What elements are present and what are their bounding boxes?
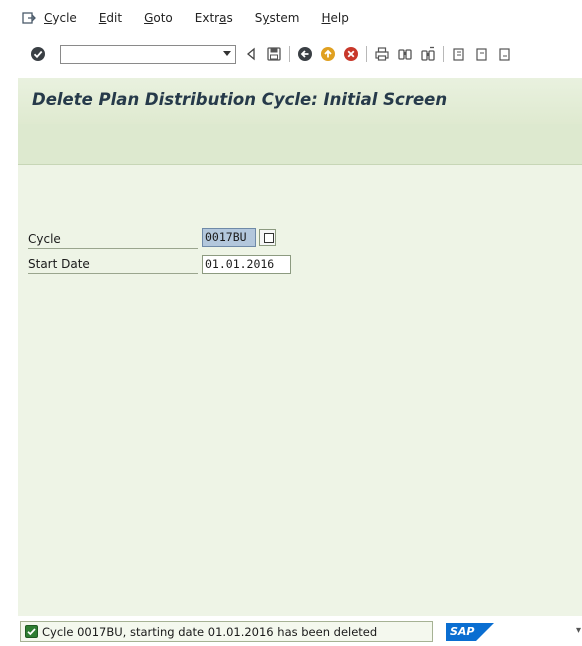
menu-goto[interactable]: Goto <box>144 11 173 25</box>
title-bar: Delete Plan Distribution Cycle: Initial … <box>18 78 582 124</box>
menu-goto-rest: oto <box>153 11 173 25</box>
value-help-icon <box>264 233 274 243</box>
print-icon[interactable] <box>374 46 390 62</box>
prev-page-icon[interactable] <box>474 46 490 62</box>
start-date-input[interactable]: 01.01.2016 <box>202 255 291 274</box>
toolbar-separator <box>443 46 444 62</box>
screen-title: Delete Plan Distribution Cycle: Initial … <box>32 90 448 109</box>
menu-help[interactable]: Help <box>321 11 348 25</box>
menu-cycle-rest: ycle <box>52 11 77 25</box>
menu-bar: Cycle Edit Goto Extras System Help <box>0 0 582 36</box>
start-date-label: Start Date <box>28 256 198 274</box>
first-page-icon[interactable] <box>451 46 467 62</box>
success-check-icon <box>25 625 38 638</box>
application-toolbar <box>18 124 582 165</box>
save-icon[interactable] <box>266 46 282 62</box>
menu-system[interactable]: System <box>255 11 300 25</box>
status-bar-indicator-icon[interactable]: ▾ <box>576 625 581 636</box>
sap-logo-text: SAP <box>450 625 475 638</box>
cancel-icon[interactable] <box>343 46 359 62</box>
find-next-icon[interactable] <box>420 46 436 62</box>
enter-icon[interactable] <box>30 46 46 62</box>
toolbar-separator <box>289 46 290 62</box>
toolbar-separator <box>366 46 367 62</box>
cycle-input[interactable]: 0017BU <box>202 228 256 247</box>
back-icon[interactable] <box>297 46 313 62</box>
status-bar: Cycle 0017BU, starting date 01.01.2016 h… <box>18 616 582 646</box>
status-text: Cycle 0017BU, starting date 01.01.2016 h… <box>42 624 378 639</box>
menu-exit-icon[interactable] <box>22 11 36 25</box>
menu-extras[interactable]: Extras <box>195 11 233 25</box>
chevron-down-icon[interactable] <box>223 50 231 56</box>
command-field[interactable] <box>60 44 236 64</box>
find-icon[interactable] <box>397 46 413 62</box>
exit-icon[interactable] <box>320 46 336 62</box>
search-help-button[interactable] <box>259 229 276 246</box>
menu-cycle[interactable]: Cycle <box>44 11 77 25</box>
standard-toolbar <box>0 36 582 72</box>
cycle-label: Cycle <box>28 231 198 249</box>
work-area: Delete Plan Distribution Cycle: Initial … <box>18 78 582 646</box>
next-page-icon[interactable] <box>497 46 513 62</box>
status-message[interactable]: Cycle 0017BU, starting date 01.01.2016 h… <box>20 621 433 642</box>
back-triangle-icon[interactable] <box>243 46 259 62</box>
menu-edit-rest: dit <box>106 11 123 25</box>
menu-edit[interactable]: Edit <box>99 11 122 25</box>
